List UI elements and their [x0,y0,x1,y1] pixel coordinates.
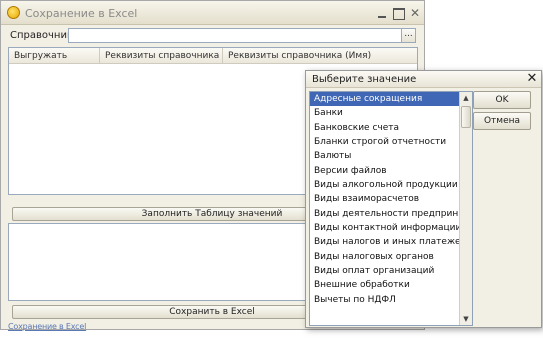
list-scrollbar[interactable]: ▲ ▼ [459,92,472,325]
close-icon[interactable]: ✕ [408,6,422,20]
background-link[interactable]: Сохранение в Excel (справочники) [8,322,132,332]
maximize-icon[interactable] [391,6,405,20]
list-item[interactable]: Виды взаиморасчетов [310,192,460,206]
table-header: Выгружать Реквизиты справочника Реквизит… [9,48,417,64]
list-item[interactable]: Банковские счета [310,121,460,135]
list-item[interactable]: Внешние обработки [310,278,460,292]
list-item[interactable]: Виды оплат организаций [310,264,460,278]
values-list[interactable]: Адресные сокращения Банки Банковские счета… [309,91,473,326]
column-header-attributes[interactable]: Реквизиты справочника [100,48,223,64]
ok-button[interactable]: OK [473,91,531,109]
list-items: Адресные сокращения Банки Банковские счета… [310,92,460,307]
reference-pick-button[interactable]: ... [402,28,416,43]
list-item[interactable]: Бланки строгой отчетности [310,135,460,149]
arrow-up-icon[interactable]: ▲ [460,92,472,104]
list-item[interactable]: Банки [310,106,460,120]
reference-input[interactable] [68,28,402,43]
cancel-button[interactable]: Отмена [473,112,531,130]
close-icon[interactable]: ✕ [525,72,539,86]
list-item[interactable]: Виды контактной информации [310,221,460,235]
list-item[interactable]: Виды деятельности предпринимат... [310,207,460,221]
column-header-export[interactable]: Выгружать [9,48,100,64]
app-icon [7,6,20,19]
dialog-titlebar[interactable]: Выберите значение ✕ [306,71,541,88]
select-value-dialog: Выберите значение ✕ Адресные сокращения Б… [305,70,542,328]
reference-label: Справочник [10,30,73,41]
column-header-attributes-name[interactable]: Реквизиты справочника (Имя) [223,48,417,64]
dialog-title: Выберите значение [312,74,417,85]
list-item[interactable]: Виды алкогольной продукции [310,178,460,192]
window-titlebar[interactable]: Сохранение в Excel ✕ [1,1,424,25]
arrow-down-icon[interactable]: ▼ [460,313,472,325]
window-title: Сохранение в Excel [25,7,138,20]
list-item[interactable]: Виды налогов и иных платежей в ... [310,235,460,249]
list-item[interactable]: Адресные сокращения [310,92,460,107]
list-item[interactable]: Виды налоговых органов [310,250,460,264]
scroll-thumb[interactable] [461,106,471,128]
list-item[interactable]: Валюты [310,149,460,163]
minimize-icon[interactable] [375,6,389,20]
list-item[interactable]: Вычеты по НДФЛ [310,293,460,307]
list-item[interactable]: Версии файлов [310,164,460,178]
